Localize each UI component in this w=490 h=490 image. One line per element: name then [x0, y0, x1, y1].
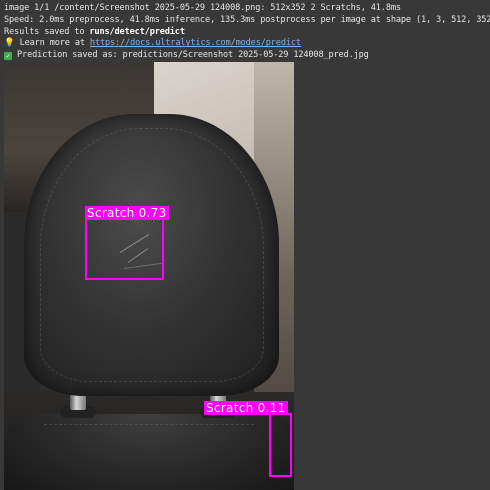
prediction-saved-text: Prediction saved as: predictions/Screens…	[12, 50, 369, 61]
detection-box-scratch-1	[85, 218, 164, 280]
detection-label-scratch-2: Scratch 0.11	[204, 401, 288, 415]
results-prefix: Results saved to	[4, 26, 90, 37]
log-line-image-info: image 1/1 /content/Screenshot 2025-05-29…	[4, 3, 401, 13]
console-output: image 1/1 /content/Screenshot 2025-05-29…	[4, 3, 490, 62]
docs-link[interactable]: https://docs.ultralytics.com/modes/predi…	[90, 38, 301, 48]
results-path: runs/detect/predict	[89, 26, 185, 37]
detection-box-scratch-2	[269, 413, 292, 477]
log-line-learn-more: 💡 Learn more at https://docs.ultralytics…	[4, 38, 490, 50]
light-bulb-icon: 💡	[4, 38, 15, 49]
log-line-prediction-saved: ✓ Prediction saved as: predictions/Scree…	[4, 50, 490, 62]
log-line-speed: Speed: 2.0ms preprocess, 41.8ms inferenc…	[4, 14, 490, 25]
check-mark-icon: ✓	[4, 52, 12, 61]
seat-seam	[44, 424, 254, 426]
detection-label-scratch-1: Scratch 0.73	[85, 206, 169, 220]
learn-more-prefix: Learn more at	[14, 38, 90, 49]
log-line-results: Results saved to runs/detect/predict	[4, 27, 490, 39]
